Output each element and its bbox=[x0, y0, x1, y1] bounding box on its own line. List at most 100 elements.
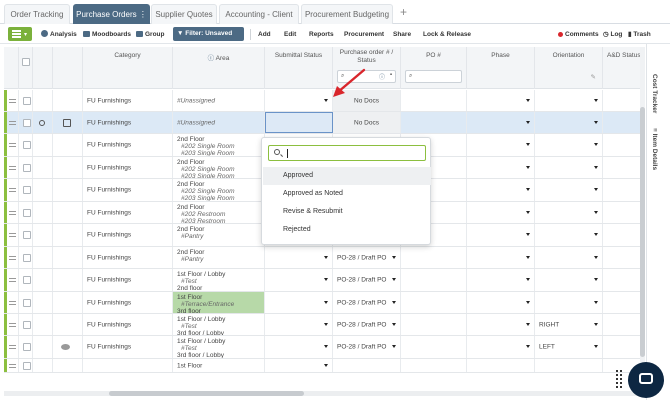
cell-phase[interactable] bbox=[467, 157, 535, 178]
scrollbar-thumb[interactable] bbox=[109, 391, 304, 396]
cell-cb[interactable] bbox=[19, 179, 33, 201]
cell-area[interactable]: 1st Floor #Terrace/Entrance 3rd floor bbox=[173, 292, 265, 313]
reports-button[interactable]: Reports bbox=[309, 28, 334, 41]
table-row[interactable]: FU Furnishings 1st Floor / Lobby #Test 2nd … bbox=[4, 269, 644, 292]
cell-cb[interactable] bbox=[19, 134, 33, 156]
cell-c1[interactable] bbox=[33, 269, 53, 291]
cell-area[interactable]: 1st Floor / Lobby #Test 2nd floor bbox=[173, 269, 265, 291]
cell-c1[interactable] bbox=[33, 247, 53, 268]
chevron-down-icon[interactable] bbox=[392, 300, 396, 304]
drag-handle-icon[interactable] bbox=[9, 363, 16, 368]
cell-phase[interactable] bbox=[467, 179, 535, 201]
cell-c1[interactable] bbox=[33, 112, 53, 133]
drag-handle-icon[interactable] bbox=[9, 188, 16, 192]
drag-handle-icon[interactable] bbox=[9, 165, 16, 170]
row-checkbox[interactable] bbox=[23, 276, 31, 284]
cell-phase[interactable] bbox=[467, 314, 535, 335]
cell-c2[interactable] bbox=[53, 134, 83, 156]
chevron-down-icon[interactable] bbox=[324, 278, 328, 281]
cell-c2[interactable] bbox=[53, 179, 83, 201]
tab-accounting-client[interactable]: Accounting - Client bbox=[219, 4, 299, 24]
cell-area[interactable]: 1st Floor bbox=[173, 359, 265, 372]
row-checkbox[interactable] bbox=[23, 298, 31, 307]
cell-category[interactable]: FU Furnishings bbox=[83, 179, 173, 201]
cell-c2[interactable] bbox=[53, 247, 83, 268]
chevron-down-icon[interactable] bbox=[526, 120, 530, 124]
lock-release-button[interactable]: Lock & Release bbox=[423, 28, 471, 41]
chevron-down-icon[interactable] bbox=[324, 363, 328, 367]
cell-c1[interactable] bbox=[33, 134, 53, 156]
cell-ad[interactable] bbox=[603, 157, 644, 178]
cell-grip[interactable] bbox=[4, 224, 19, 246]
row-checkbox[interactable] bbox=[23, 343, 31, 351]
chevron-down-icon[interactable] bbox=[594, 143, 598, 146]
group-button[interactable]: Group bbox=[136, 28, 165, 41]
row-checkbox[interactable] bbox=[23, 231, 31, 239]
cell-grip[interactable] bbox=[4, 179, 19, 201]
cell-ponum[interactable] bbox=[401, 359, 467, 372]
expand-icon[interactable] bbox=[39, 119, 45, 126]
cell-c1[interactable] bbox=[33, 292, 53, 313]
cell-ponum[interactable] bbox=[401, 336, 467, 358]
cell-grip[interactable] bbox=[4, 90, 19, 111]
cell-grip[interactable] bbox=[4, 292, 19, 313]
cell-grip[interactable] bbox=[4, 269, 19, 291]
chevron-down-icon[interactable] bbox=[526, 143, 530, 146]
cell-grip[interactable] bbox=[4, 134, 19, 156]
tab-order-tracking[interactable]: Order Tracking bbox=[4, 4, 70, 24]
row-checkbox[interactable] bbox=[23, 186, 31, 194]
cell-po[interactable]: PO-28 / Draft PO bbox=[333, 292, 401, 313]
cell-category[interactable]: FU Furnishings bbox=[83, 202, 173, 223]
cost-tracker-tab[interactable]: Cost Tracker bbox=[651, 74, 658, 113]
drag-handle-icon[interactable] bbox=[9, 210, 16, 215]
cell-ad[interactable] bbox=[603, 292, 644, 313]
chevron-down-icon[interactable] bbox=[324, 300, 328, 304]
table-row[interactable]: FU Furnishings 2nd Floor#Pantry PO-28 / Dr… bbox=[4, 247, 644, 269]
table-row[interactable]: FU Furnishings 1st Floor #Terrace/Entrance… bbox=[4, 292, 644, 314]
add-button[interactable]: Add bbox=[258, 28, 271, 41]
cell-cb[interactable] bbox=[19, 359, 33, 372]
cell-grip[interactable] bbox=[4, 157, 19, 178]
chevron-down-icon[interactable] bbox=[324, 322, 328, 326]
chevron-down-icon[interactable] bbox=[324, 98, 328, 102]
moodboards-button[interactable]: Moodboards bbox=[83, 28, 131, 41]
cell-area[interactable]: 2nd Floor #Pantry bbox=[173, 224, 265, 246]
cell-po[interactable] bbox=[333, 359, 401, 372]
table-row[interactable]: FU Furnishings #Unassigned No Docs bbox=[4, 112, 644, 134]
cell-po[interactable]: PO-28 / Draft PO bbox=[333, 247, 401, 268]
cell-orient[interactable] bbox=[535, 359, 603, 372]
cell-c2[interactable] bbox=[53, 224, 83, 246]
po-number-filter-input[interactable]: ⌕ bbox=[405, 70, 462, 83]
cell-phase[interactable] bbox=[467, 336, 535, 358]
cell-submittal[interactable] bbox=[265, 247, 333, 268]
cell-phase[interactable] bbox=[467, 202, 535, 223]
chevron-down-icon[interactable] bbox=[594, 188, 598, 191]
chevron-down-icon[interactable] bbox=[594, 165, 598, 169]
cell-orient[interactable] bbox=[535, 247, 603, 268]
chevron-down-icon[interactable] bbox=[594, 233, 598, 236]
cell-ad[interactable] bbox=[603, 336, 644, 358]
row-checkbox[interactable] bbox=[23, 208, 31, 217]
cell-c1[interactable] bbox=[33, 202, 53, 223]
header-orientation[interactable]: Orientation ✎ bbox=[535, 47, 603, 89]
cell-category[interactable]: FU Furnishings bbox=[83, 292, 173, 313]
row-checkbox[interactable] bbox=[23, 320, 31, 329]
drag-handle-icon[interactable] bbox=[9, 233, 16, 237]
cell-submittal[interactable] bbox=[265, 269, 333, 291]
header-ad-status[interactable]: A&D Status bbox=[603, 47, 644, 89]
cell-c2[interactable] bbox=[53, 269, 83, 291]
cell-area[interactable]: 2nd Floor #202 Single Room #203 Single Roo… bbox=[173, 157, 265, 178]
cell-c1[interactable] bbox=[33, 314, 53, 335]
row-checkbox[interactable] bbox=[23, 96, 31, 105]
cell-ad[interactable] bbox=[603, 247, 644, 268]
chevron-down-icon[interactable] bbox=[594, 345, 598, 348]
cell-po[interactable]: No Docs bbox=[333, 112, 401, 133]
table-row[interactable]: FU Furnishings #Unassigned No Docs bbox=[4, 90, 644, 112]
row-checkbox[interactable] bbox=[23, 141, 31, 149]
cell-phase[interactable] bbox=[467, 90, 535, 111]
cell-c1[interactable] bbox=[33, 359, 53, 372]
cell-phase[interactable] bbox=[467, 292, 535, 313]
cell-ad[interactable] bbox=[603, 202, 644, 223]
chevron-down-icon[interactable] bbox=[594, 210, 598, 214]
cell-c1[interactable] bbox=[33, 224, 53, 246]
